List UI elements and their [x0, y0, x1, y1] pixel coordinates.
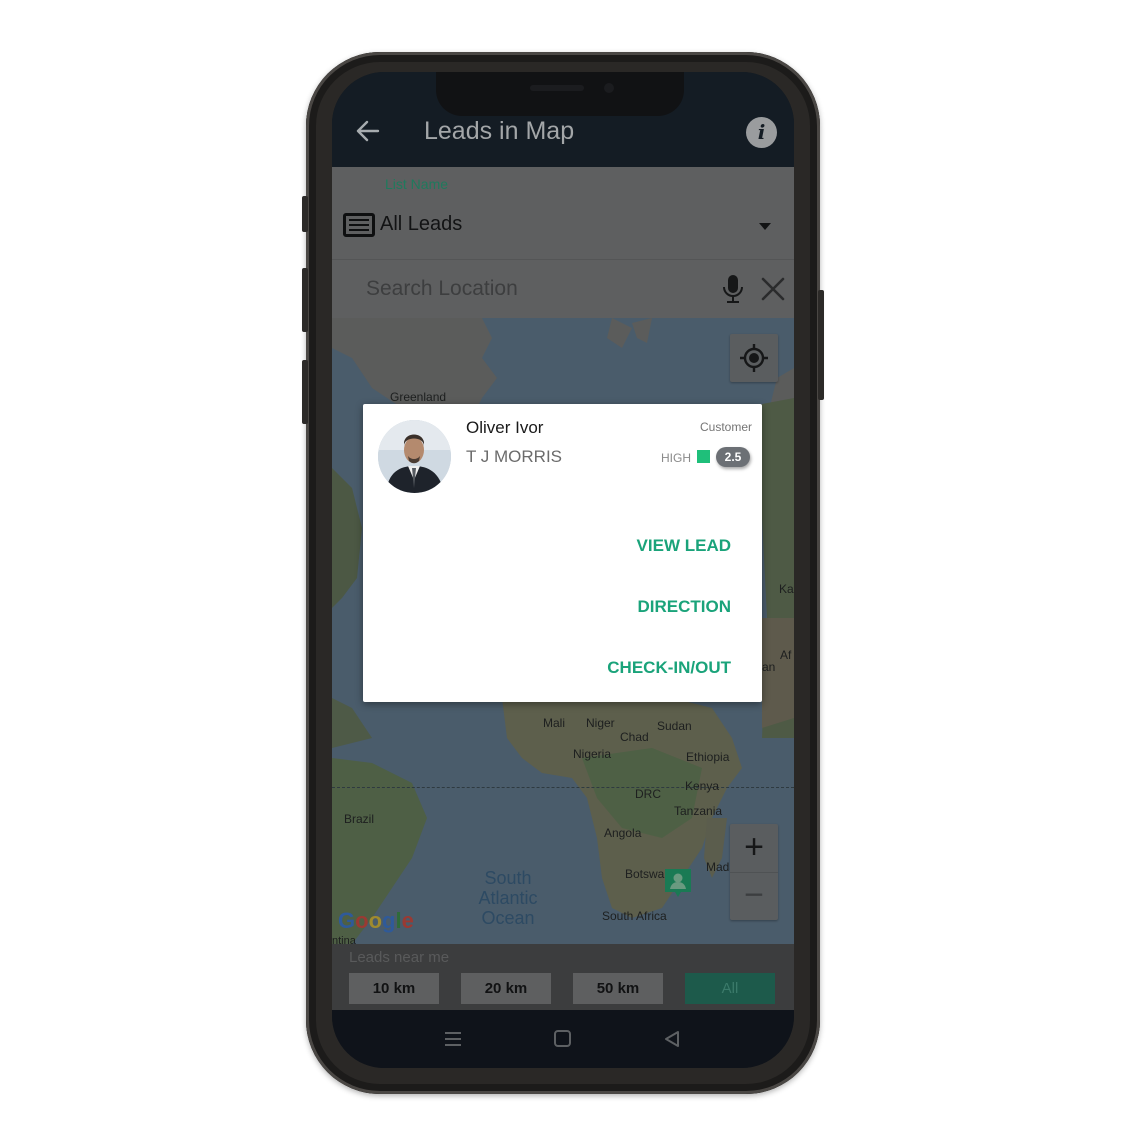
priority-label: HIGH: [661, 451, 691, 465]
lead-avatar: [378, 420, 451, 493]
map-label-partial-an: an: [762, 660, 776, 674]
phone-camera: [604, 83, 614, 93]
lead-score-badge: 2.5: [716, 447, 750, 467]
lead-type-label: Customer: [699, 420, 752, 434]
lead-pin-icon[interactable]: [664, 868, 692, 900]
zoom-in-button[interactable]: +: [730, 824, 778, 872]
lead-info-card: Oliver Ivor T J MORRIS Customer HIGH 2.5…: [363, 404, 762, 702]
close-icon[interactable]: [760, 276, 786, 302]
microphone-icon[interactable]: [721, 274, 745, 304]
lead-company: T J MORRIS: [466, 447, 563, 466]
map-label-drc: DRC: [635, 787, 661, 801]
check-in-out-button[interactable]: CHECK-IN/OUT: [607, 658, 731, 678]
phone-screen: Leads in Map i List Name All Leads Searc…: [332, 72, 794, 1068]
list-name-value[interactable]: All Leads: [380, 213, 462, 236]
list-name-selector[interactable]: List Name All Leads: [332, 167, 794, 261]
phone-speaker: [530, 85, 584, 91]
map-label-greenland: Greenland: [390, 390, 447, 404]
map-label-tanzania: Tanzania: [674, 804, 723, 818]
filter-50km-button[interactable]: 50 km: [573, 973, 663, 1004]
map-label-nigeria: Nigeria: [573, 747, 612, 761]
caret-down-icon[interactable]: [759, 223, 771, 230]
map-label-botswana: Botswa: [625, 867, 665, 881]
phone-notch: [436, 72, 684, 116]
map-label-brazil: Brazil: [344, 812, 375, 826]
filter-all-button[interactable]: All: [685, 973, 775, 1004]
map-label-chad: Chad: [620, 730, 649, 744]
lead-name: Oliver Ivor: [466, 418, 544, 437]
map-label-mali: Mali: [543, 716, 566, 730]
leads-near-me-panel: Leads near me 10 km 20 km 50 km All: [332, 944, 794, 1010]
map-label-south-africa: South Africa: [602, 909, 667, 923]
zoom-out-button[interactable]: −: [730, 872, 778, 920]
leads-near-me-label: Leads near me: [349, 949, 450, 966]
back-triangle-icon[interactable]: [664, 1030, 680, 1048]
menu-icon[interactable]: [445, 1032, 461, 1046]
info-icon[interactable]: i: [746, 117, 777, 148]
map-label-partial-ka: Ka: [779, 582, 794, 596]
phone-button-power: [818, 290, 824, 400]
phone-button-mute: [302, 196, 308, 232]
map-label-partial-af: Af: [780, 648, 792, 662]
priority-color-indicator: [697, 450, 710, 463]
map-label-angola: Angola: [604, 826, 642, 840]
system-nav-bar: [332, 1010, 794, 1068]
home-icon[interactable]: [554, 1030, 571, 1047]
equator-line: [332, 787, 794, 788]
list-icon: [343, 213, 375, 237]
map-label-south-atlantic-ocean: South Atlantic Ocean: [472, 868, 544, 928]
phone-button-volume-up: [302, 268, 308, 332]
ocean-label-line: South: [484, 868, 532, 888]
zoom-controls: + −: [730, 824, 778, 920]
phone-button-volume-down: [302, 360, 308, 424]
filter-10km-button[interactable]: 10 km: [349, 973, 439, 1004]
page-title: Leads in Map: [424, 117, 575, 145]
direction-button[interactable]: DIRECTION: [638, 597, 732, 617]
my-location-button[interactable]: [730, 334, 778, 382]
view-lead-button[interactable]: VIEW LEAD: [637, 536, 731, 556]
map-label-ethiopia: Ethiopia: [686, 750, 730, 764]
search-location-input[interactable]: [366, 274, 706, 304]
ocean-label-line: Ocean: [481, 908, 535, 928]
search-bar: [332, 260, 794, 318]
map-label-sudan: Sudan: [657, 719, 692, 733]
map-label-partial-argentina: ntina: [332, 935, 356, 944]
my-location-icon: [740, 344, 768, 372]
ocean-label-line: Atlantic: [478, 888, 538, 908]
filter-20km-button[interactable]: 20 km: [461, 973, 551, 1004]
google-attribution-logo: Google: [338, 908, 414, 933]
list-name-label: List Name: [385, 176, 449, 192]
map-label-kenya: Kenya: [685, 779, 720, 793]
map-label-niger: Niger: [586, 716, 615, 730]
arrow-left-icon[interactable]: [354, 117, 382, 145]
